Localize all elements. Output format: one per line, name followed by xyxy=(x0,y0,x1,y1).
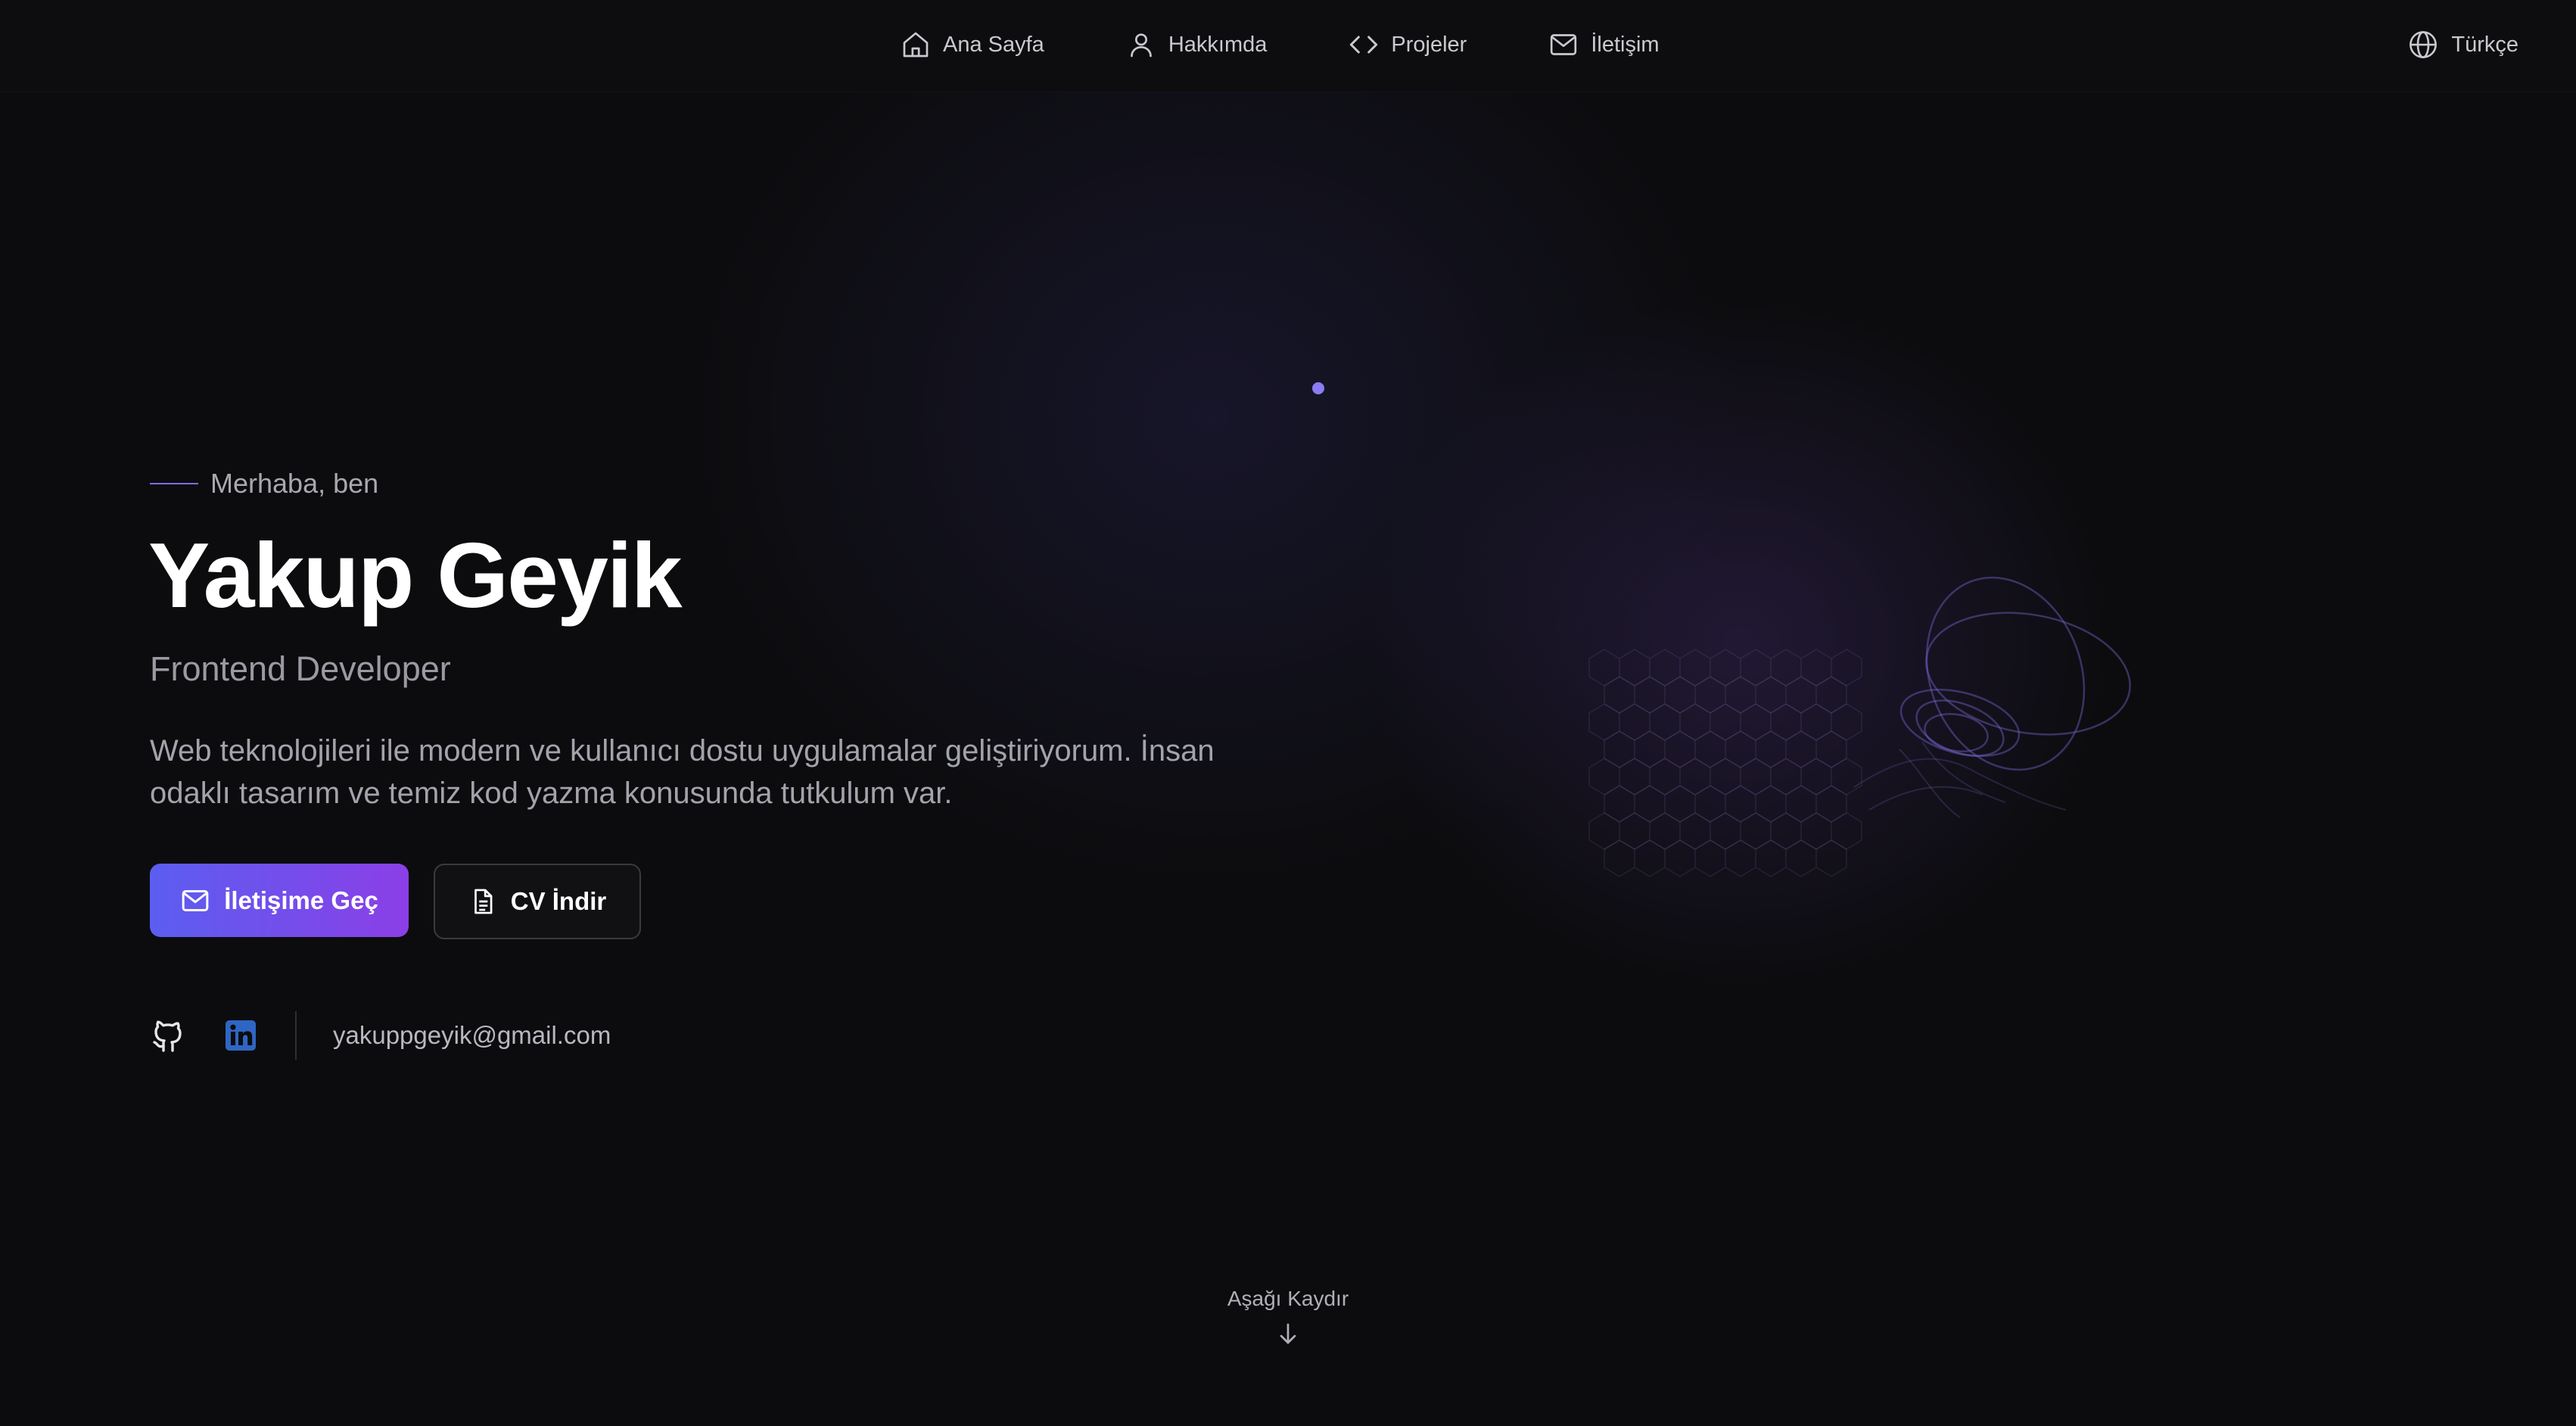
github-icon xyxy=(153,1020,182,1052)
social-links: yakuppgeyik@gmail.com xyxy=(150,1011,611,1060)
code-icon xyxy=(1350,36,1378,54)
contact-button-label: İletişime Geç xyxy=(224,886,378,914)
greeting-accent-line xyxy=(150,483,198,484)
download-cv-button[interactable]: CV İndir xyxy=(434,864,641,939)
contact-button[interactable]: İletişime Geç xyxy=(150,864,409,937)
hero-name: Yakup Geyik xyxy=(148,524,683,627)
nav-item-contact[interactable]: İletişim xyxy=(1548,30,1660,60)
language-label: Türkçe xyxy=(2451,32,2518,57)
hero-description: Web teknolojileri ile modern ve kullanıc… xyxy=(150,734,1215,810)
nav-item-label: Projeler xyxy=(1391,32,1467,57)
greeting-text: Merhaba, ben xyxy=(210,468,379,499)
nav-item-label: İletişim xyxy=(1591,32,1660,57)
nav-links: Ana Sayfa Hakkımda Projeler İletişim xyxy=(901,0,1660,89)
decorative-hexagon-orbit-graphic xyxy=(1588,576,2131,877)
arrow-down-icon xyxy=(1280,1323,1296,1344)
linkedin-icon xyxy=(226,1020,256,1051)
nav-item-label: Ana Sayfa xyxy=(943,32,1044,57)
linkedin-link[interactable] xyxy=(222,1017,259,1054)
top-navbar: Ana Sayfa Hakkımda Projeler İletişim Tür… xyxy=(0,0,2576,92)
document-icon xyxy=(474,889,493,914)
user-icon xyxy=(1130,33,1152,58)
download-cv-label: CV İndir xyxy=(510,887,607,915)
scroll-down-hint[interactable]: Aşağı Kaydır xyxy=(1212,1287,1364,1347)
globe-icon xyxy=(2410,31,2438,58)
language-switcher[interactable]: Türkçe xyxy=(2407,0,2518,89)
hero-role: Frontend Developer xyxy=(150,649,451,688)
email-link[interactable]: yakuppgeyik@gmail.com xyxy=(333,1021,611,1050)
github-link[interactable] xyxy=(150,1017,186,1054)
nav-item-about[interactable]: Hakkımda xyxy=(1126,30,1268,60)
nav-item-projects[interactable]: Projeler xyxy=(1349,30,1467,60)
home-icon xyxy=(903,32,929,58)
mail-icon xyxy=(1551,34,1577,55)
nav-item-home[interactable]: Ana Sayfa xyxy=(901,30,1044,60)
scroll-down-label: Aşağı Kaydır xyxy=(1227,1287,1349,1310)
greeting: Merhaba, ben xyxy=(150,468,378,500)
mail-icon xyxy=(182,889,209,911)
social-divider xyxy=(295,1011,297,1060)
accent-dot xyxy=(1312,382,1324,394)
nav-item-label: Hakkımda xyxy=(1168,32,1268,57)
page: Ana Sayfa Hakkımda Projeler İletişim Tür… xyxy=(0,0,2576,1426)
